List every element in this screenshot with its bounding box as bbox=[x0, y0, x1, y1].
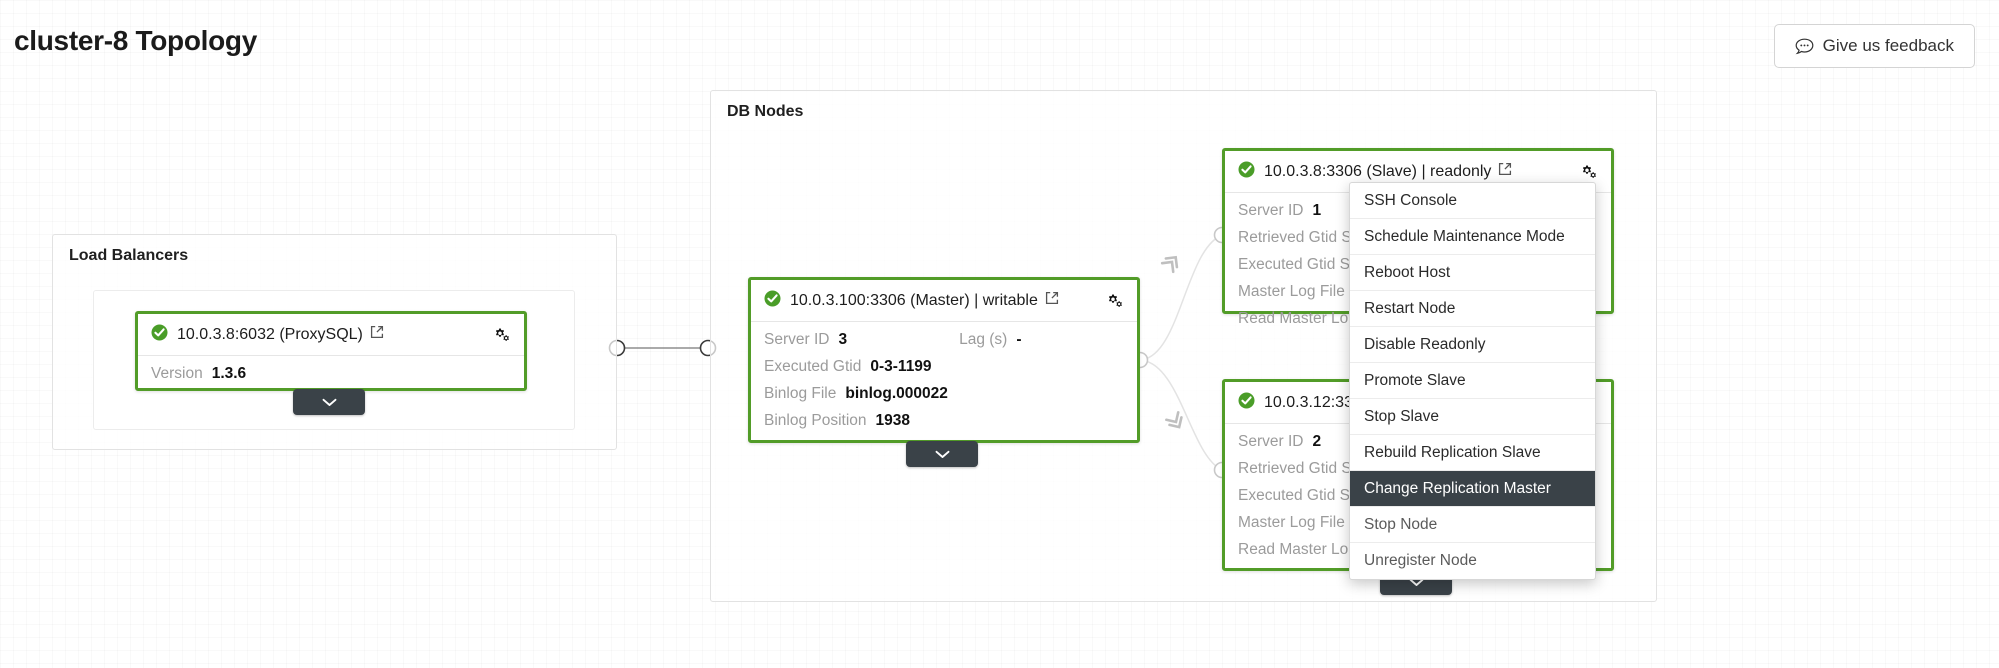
gear-settings-icon[interactable] bbox=[1103, 290, 1126, 311]
prop-label: Server ID bbox=[1238, 202, 1304, 219]
external-link-icon[interactable] bbox=[370, 325, 384, 344]
node-prop-row: Binlog File binlog.000022 bbox=[764, 385, 1124, 412]
prop-label: Server ID bbox=[1238, 433, 1304, 450]
prop-value: - bbox=[1016, 331, 1022, 348]
prop-label: Lag (s) bbox=[959, 331, 1008, 348]
prop-label: Version bbox=[151, 365, 203, 382]
prop-label: Master Log File bbox=[1238, 283, 1345, 300]
context-menu-item[interactable]: Reboot Host bbox=[1350, 255, 1595, 291]
prop-label: Executed Gtid bbox=[764, 358, 862, 375]
prop-label: Executed Gtid S bbox=[1238, 256, 1351, 273]
chevron-down-icon bbox=[935, 450, 949, 458]
context-menu-item[interactable]: Unregister Node bbox=[1350, 543, 1595, 579]
context-menu-item[interactable]: Change Replication Master bbox=[1350, 471, 1595, 507]
context-menu-item[interactable]: Stop Slave bbox=[1350, 399, 1595, 435]
node-name-proxysql: 10.0.3.8:6032 (ProxySQL) bbox=[177, 325, 363, 343]
prop-label: Master Log File bbox=[1238, 514, 1345, 531]
node-prop-row: Binlog Position 1938 bbox=[764, 412, 1124, 439]
gear-settings-icon[interactable] bbox=[490, 324, 513, 345]
node-header-master: 10.0.3.100:3306 (Master) | writable bbox=[751, 280, 1137, 322]
node-name-slave-1: 10.0.3.8:3306 (Slave) | readonly bbox=[1264, 162, 1492, 180]
context-menu-item[interactable]: Restart Node bbox=[1350, 291, 1595, 327]
give-us-feedback-button[interactable]: Give us feedback bbox=[1773, 24, 1975, 68]
external-link-icon[interactable] bbox=[1498, 162, 1512, 181]
collapse-toggle-proxysql[interactable] bbox=[293, 389, 365, 415]
context-menu-item[interactable]: Promote Slave bbox=[1350, 363, 1595, 399]
load-balancers-panel-title: Load Balancers bbox=[69, 247, 189, 264]
prop-value: 0-3-1199 bbox=[870, 358, 932, 375]
collapse-toggle-master[interactable] bbox=[906, 441, 978, 467]
prop-label: Executed Gtid S bbox=[1238, 487, 1351, 504]
prop-value: 1938 bbox=[875, 412, 911, 429]
prop-label: Retrieved Gtid S bbox=[1238, 460, 1352, 477]
node-context-menu[interactable]: SSH Console Schedule Maintenance Mode Rebo… bbox=[1349, 182, 1596, 580]
prop-label: Read Master Lo bbox=[1238, 310, 1349, 327]
external-link-icon[interactable] bbox=[1045, 291, 1059, 310]
prop-label: Server ID bbox=[764, 331, 830, 348]
speech-bubble-icon bbox=[1795, 38, 1814, 55]
prop-value: 2 bbox=[1312, 433, 1322, 450]
node-body-master: Server ID 3 Lag (s) - Executed Gtid 0-3-… bbox=[751, 322, 1137, 450]
page-title: cluster-8 Topology bbox=[14, 25, 257, 56]
prop-value: 3 bbox=[838, 331, 848, 348]
prop-value: 1 bbox=[1312, 202, 1322, 219]
chevron-down-icon bbox=[322, 398, 336, 406]
context-menu-item[interactable]: Disable Readonly bbox=[1350, 327, 1595, 363]
feedback-button-label: Give us feedback bbox=[1822, 36, 1954, 55]
prop-label: Retrieved Gtid S bbox=[1238, 229, 1352, 246]
node-card-proxysql[interactable]: 10.0.3.8:6032 (ProxySQL) Version 1.3.6 bbox=[135, 311, 527, 391]
status-ok-check-icon bbox=[1238, 161, 1255, 183]
context-menu-item[interactable]: Rebuild Replication Slave bbox=[1350, 435, 1595, 471]
node-prop-row: Version 1.3.6 bbox=[151, 365, 511, 392]
node-card-master[interactable]: 10.0.3.100:3306 (Master) | writable Serv… bbox=[748, 277, 1140, 443]
prop-value: 1.3.6 bbox=[211, 365, 247, 382]
prop-value: binlog.000022 bbox=[845, 385, 948, 402]
gear-settings-icon[interactable] bbox=[1577, 161, 1600, 182]
page-header: cluster-8 Topology Give us feedback bbox=[0, 0, 1999, 88]
node-name-master: 10.0.3.100:3306 (Master) | writable bbox=[790, 291, 1038, 309]
db-nodes-panel-title: DB Nodes bbox=[727, 103, 804, 120]
prop-label: Binlog Position bbox=[764, 412, 867, 429]
context-menu-item[interactable]: Schedule Maintenance Mode bbox=[1350, 219, 1595, 255]
status-ok-check-icon bbox=[1238, 392, 1255, 414]
context-menu-item[interactable]: SSH Console bbox=[1350, 183, 1595, 219]
status-ok-check-icon bbox=[151, 324, 168, 346]
node-header-proxysql: 10.0.3.8:6032 (ProxySQL) bbox=[138, 314, 524, 356]
prop-label: Read Master Lo bbox=[1238, 541, 1349, 558]
context-menu-item[interactable]: Stop Node bbox=[1350, 507, 1595, 543]
status-ok-check-icon bbox=[764, 290, 781, 312]
node-prop-row: Server ID 3 Lag (s) - bbox=[764, 331, 1124, 358]
node-prop-row: Executed Gtid 0-3-1199 bbox=[764, 358, 1124, 385]
prop-label: Binlog File bbox=[764, 385, 837, 402]
